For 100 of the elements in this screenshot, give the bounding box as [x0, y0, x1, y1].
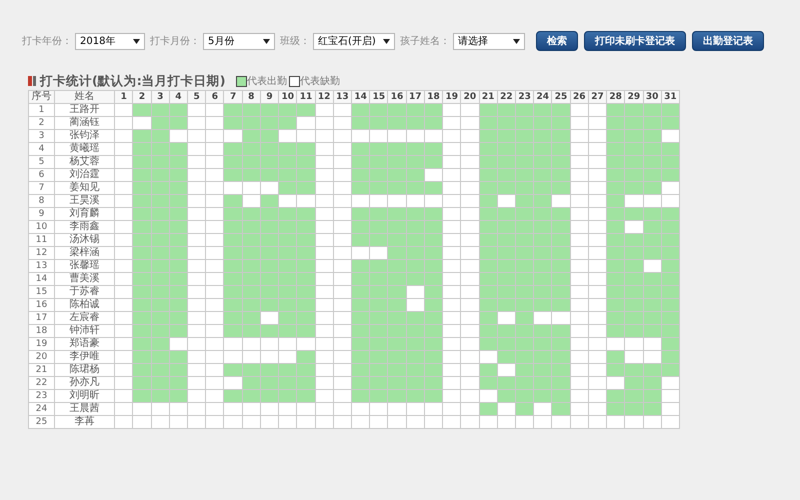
student-name: 李雨鑫: [54, 220, 115, 234]
column-header: 23: [515, 90, 534, 104]
filter-label: 孩子姓名：: [400, 34, 450, 48]
column-header: 15: [370, 90, 388, 104]
caret-icon: [263, 38, 270, 44]
dropdown[interactable]: 红宝石(开启): [313, 32, 395, 50]
row-number: 12: [28, 246, 55, 260]
column-header: 7: [224, 90, 242, 104]
toolbar-button[interactable]: 出勤登记表: [692, 31, 764, 51]
row-number: 21: [28, 364, 55, 376]
row-number: 22: [28, 376, 55, 390]
student-name: 王路开: [54, 104, 115, 116]
row-number: 17: [28, 312, 55, 324]
column-header: 序号: [28, 90, 55, 104]
row-number: 5: [28, 156, 55, 168]
filter-label: 打卡月份：: [150, 34, 200, 48]
toolbar-button[interactable]: 检索: [536, 31, 578, 51]
dropdown[interactable]: 5月份: [203, 32, 275, 50]
column-header: 20: [460, 90, 480, 104]
student-name: 李伊唯: [54, 350, 115, 364]
column-header: 12: [315, 90, 334, 104]
column-header: 28: [606, 90, 625, 104]
student-name: 曹美溪: [54, 272, 115, 286]
column-header: 姓名: [54, 90, 115, 104]
column-header: 22: [497, 90, 516, 104]
student-name: 张钧泽: [54, 130, 115, 142]
student-name: 梁梓涵: [54, 246, 115, 260]
column-header: 10: [278, 90, 297, 104]
section-title: 打卡统计(默认为:当月打卡日期): [40, 72, 226, 90]
student-name: 张馨瑶: [54, 260, 115, 272]
student-name: 蔺涵钰: [54, 116, 115, 130]
row-number: 6: [28, 168, 55, 182]
dropdown[interactable]: 请选择: [453, 32, 525, 50]
column-header: 31: [661, 90, 680, 104]
row-number: 13: [28, 260, 55, 272]
column-header: 11: [296, 90, 316, 104]
column-header: 3: [151, 90, 170, 104]
row-number: 19: [28, 338, 55, 350]
student-name: 王昊溪: [54, 194, 115, 208]
row-number: 11: [28, 234, 55, 246]
student-name: 刘育麟: [54, 208, 115, 220]
column-header: 17: [406, 90, 424, 104]
column-header: 4: [169, 90, 188, 104]
row-number: 18: [28, 324, 55, 338]
student-name: 陈柏诚: [54, 298, 115, 312]
row-number: 15: [28, 286, 55, 298]
student-name: 杨艾蓉: [54, 156, 115, 168]
caret-icon: [513, 38, 520, 44]
column-header: 1: [114, 90, 133, 104]
column-header: 9: [260, 90, 279, 104]
column-header: 13: [333, 90, 352, 104]
column-header: 18: [424, 90, 443, 104]
column-header: 5: [188, 90, 206, 104]
row-number: 9: [28, 208, 55, 220]
column-header: 30: [643, 90, 662, 104]
row-number: 7: [28, 182, 55, 194]
toolbar-button[interactable]: 打印未刷卡登记表: [584, 31, 686, 51]
student-name: 汤沐锡: [54, 234, 115, 246]
legend-label: 代表缺勤: [300, 74, 340, 88]
student-name: 钟沛轩: [54, 324, 115, 338]
student-name: 王晨茜: [54, 402, 115, 416]
row-number: 3: [28, 130, 55, 142]
column-header: 2: [132, 90, 152, 104]
student-name: 郑语豪: [54, 338, 115, 350]
student-name: 李苒: [54, 416, 115, 428]
column-header: 27: [588, 90, 607, 104]
column-header: 16: [388, 90, 406, 104]
student-name: 左宸睿: [54, 312, 115, 324]
student-name: 孙亦凡: [54, 376, 115, 390]
row-number: 10: [28, 220, 55, 234]
student-name: 刘治霆: [54, 168, 115, 182]
row-number: 4: [28, 142, 55, 156]
legend-label: 代表出勤: [247, 74, 287, 88]
marker-icon: [28, 76, 36, 86]
dropdown[interactable]: 2018年: [75, 32, 145, 50]
row-number: 1: [28, 104, 55, 116]
column-header: 21: [479, 90, 498, 104]
row-number: 20: [28, 350, 55, 364]
column-header: 6: [206, 90, 224, 104]
column-header: 29: [624, 90, 643, 104]
row-number: 16: [28, 298, 55, 312]
row-number: 24: [28, 402, 55, 416]
student-name: 陈珺杨: [54, 364, 115, 376]
student-name: 于苏睿: [54, 286, 115, 298]
row-number: 14: [28, 272, 55, 286]
filter-label: 打卡年份：: [22, 34, 72, 48]
caret-icon: [133, 38, 140, 44]
column-header: 24: [534, 90, 552, 104]
row-number: 25: [28, 416, 55, 428]
student-name: 黄曦瑶: [54, 142, 115, 156]
column-header: 14: [352, 90, 370, 104]
column-header: 8: [242, 90, 260, 104]
row-number: 8: [28, 194, 55, 208]
filter-label: 班级：: [280, 34, 310, 48]
student-name: 刘明昕: [54, 390, 115, 402]
column-header: 19: [442, 90, 461, 104]
column-header: 25: [552, 90, 570, 104]
column-header: 26: [570, 90, 588, 104]
row-number: 23: [28, 390, 55, 402]
student-name: 姜知见: [54, 182, 115, 194]
